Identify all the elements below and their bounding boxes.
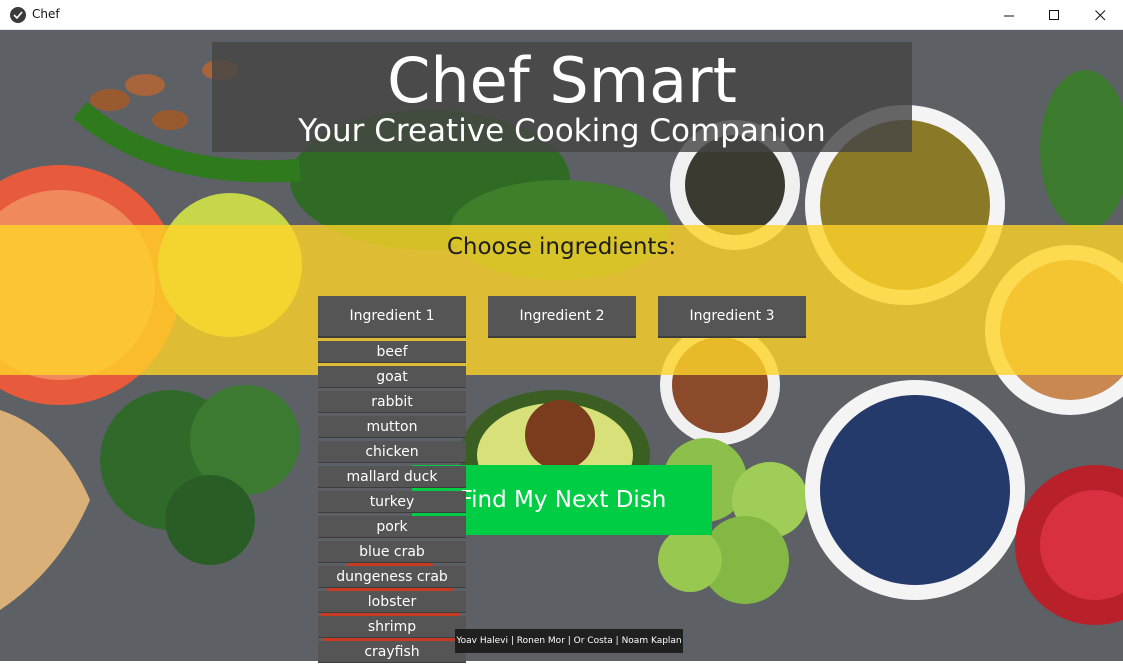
dropdown-option[interactable]: blue crab [318,541,466,563]
ingredient-1-dropdown-button[interactable]: Ingredient 1 [318,296,466,338]
ingredient-1-dropdown-list: beef goat rabbit mutton chicken mallard … [318,341,466,666]
close-button[interactable] [1077,0,1123,30]
app-title: Chef Smart [387,44,737,117]
ingredient-3-dropdown-button[interactable]: Ingredient 3 [658,296,806,338]
find-button-label: Find My Next Dish [459,487,667,513]
dropdown-option[interactable]: mallard duck [318,466,466,488]
dropdown-option[interactable]: rabbit [318,391,466,413]
close-icon [1094,9,1105,20]
choose-ingredients-label: Choose ingredients: [446,234,677,260]
app-icon [10,7,26,23]
window-titlebar: Chef [0,0,1123,30]
dropdown-option[interactable]: mutton [318,416,466,438]
dropdown-option[interactable]: pork [318,516,466,538]
minimize-button[interactable] [986,0,1032,30]
ingredient-2-dropdown-button[interactable]: Ingredient 2 [488,296,636,338]
app-subtitle: Your Creative Cooking Companion [298,113,826,149]
minimize-icon [1003,15,1014,16]
dropdown-option[interactable]: turkey [318,491,466,513]
dropdown-option[interactable]: chicken [318,441,466,463]
maximize-button[interactable] [1031,0,1077,30]
dropdown-option[interactable]: crayfish [318,641,466,663]
window-title: Chef [32,7,60,21]
dropdown-option[interactable]: dungeness crab [318,566,466,588]
dropdown-option[interactable]: lobster [318,591,466,613]
maximize-icon [1048,9,1059,20]
dropdown-option[interactable]: goat [318,366,466,388]
credits-footer: Yoav Halevi | Ronen Mor | Or Costa | Noa… [455,629,683,653]
dropdown-option[interactable]: beef [318,341,466,363]
dropdown-option[interactable]: shrimp [318,616,466,638]
